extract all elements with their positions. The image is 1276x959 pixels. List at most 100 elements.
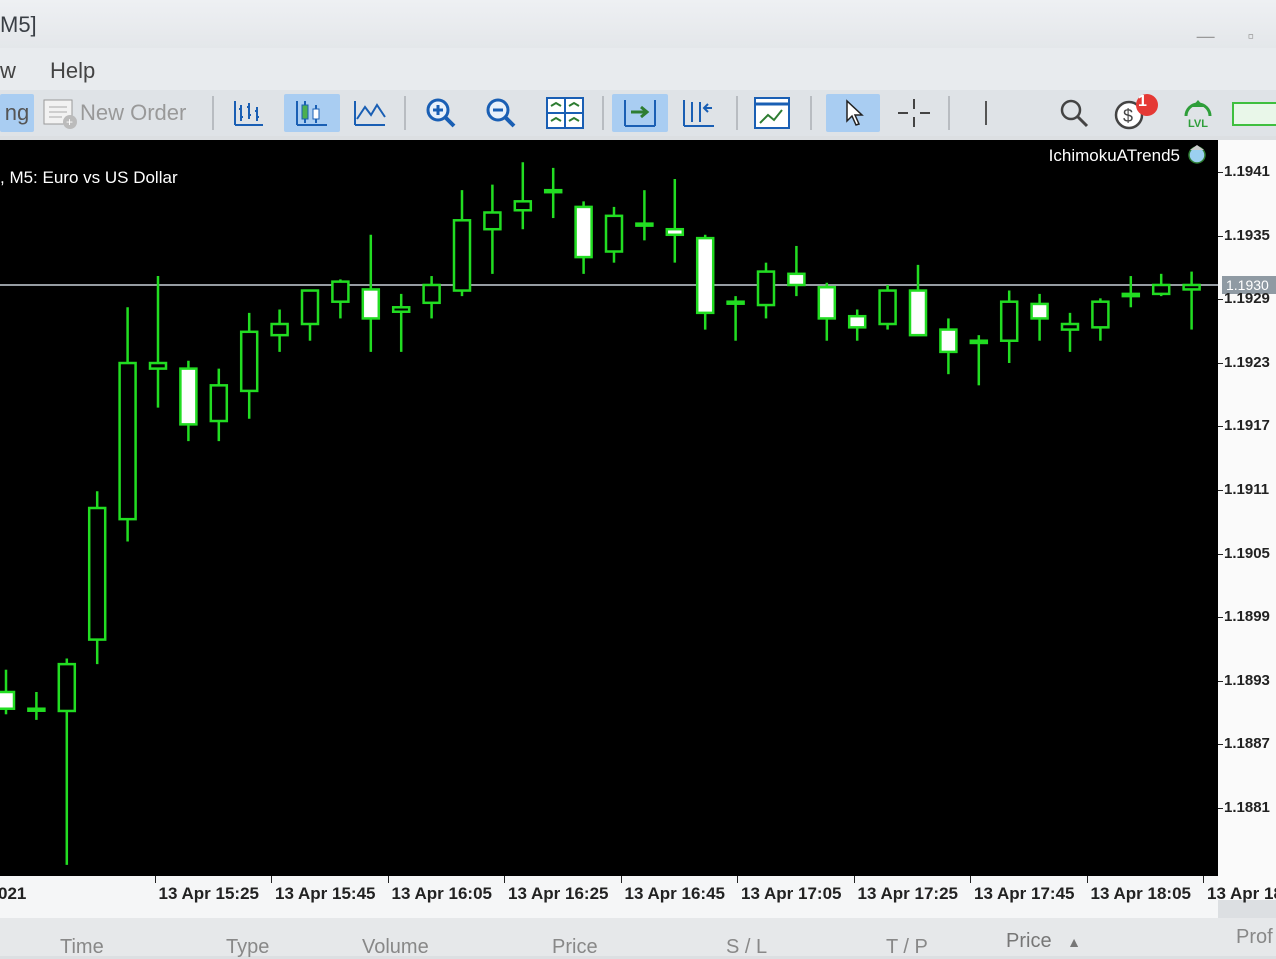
new-order-label: New Order <box>80 100 187 125</box>
candle <box>1030 293 1049 341</box>
auto-scroll-button[interactable] <box>612 94 668 132</box>
candle-body <box>999 300 1019 342</box>
time-tick-label: 13 Apr 17:45 <box>974 884 1075 903</box>
templates-button[interactable] <box>746 94 798 132</box>
tile-windows-button[interactable] <box>540 94 590 132</box>
menu-help[interactable]: Help <box>50 58 95 84</box>
time-tick-label: 13 Apr 18:05 <box>1090 884 1191 903</box>
candle-body <box>361 288 381 320</box>
candle-body <box>1060 322 1080 331</box>
candle <box>270 309 289 352</box>
candle-body <box>665 227 685 237</box>
price-tick <box>1218 299 1223 301</box>
candle <box>908 264 928 337</box>
line-chart-button[interactable] <box>346 94 394 132</box>
candle-body <box>209 384 229 423</box>
candle-body <box>574 205 593 259</box>
candle-body <box>726 300 745 305</box>
candle <box>1091 298 1110 341</box>
window-controls[interactable]: — ▫ <box>1197 26 1268 47</box>
toolbar-separator <box>212 96 214 130</box>
candle <box>361 234 381 352</box>
candle-body <box>543 188 563 194</box>
toolbar: ng + New Order $ 1 LVL <box>0 90 1276 136</box>
candle-body <box>483 211 502 231</box>
chart-shift-icon <box>683 100 714 127</box>
candlestick-chart <box>0 162 1218 865</box>
time-tick <box>271 876 272 883</box>
notification-count: 1 <box>1138 93 1147 110</box>
candle-body <box>87 506 107 641</box>
price-tick-label: 1.1923 <box>1224 353 1270 371</box>
candle-body <box>847 314 867 329</box>
candle <box>513 162 533 230</box>
column-current-price[interactable]: Price ▲ <box>1006 930 1081 953</box>
candle <box>118 307 137 542</box>
time-tick-label: 13 Apr 17:25 <box>857 884 958 903</box>
search-button[interactable] <box>1052 94 1096 132</box>
algo-trading-button[interactable]: ng <box>0 94 34 132</box>
zoom-out-icon <box>486 98 516 128</box>
menu-view[interactable]: w <box>0 58 16 84</box>
column-profit[interactable]: Prof <box>1236 926 1273 949</box>
chart-symbol-caption: , M5: Euro vs US Dollar <box>0 168 178 187</box>
cursor-tool-button[interactable] <box>826 94 880 132</box>
price-tick-label: 1.1941 <box>1224 163 1270 180</box>
chart-area[interactable]: , M5: Euro vs US Dollar IchimokuATrend5 <box>0 140 1218 876</box>
time-tick-label: 13 Apr 16:25 <box>508 884 609 903</box>
new-order-button[interactable]: + New Order <box>40 94 200 132</box>
price-tick <box>1218 490 1223 491</box>
candle-body <box>1121 292 1141 298</box>
candle <box>574 201 593 274</box>
svg-text:$: $ <box>1123 106 1133 126</box>
time-tick <box>737 876 738 883</box>
candle <box>695 234 715 330</box>
candle <box>27 692 46 720</box>
vertical-line-tool-button[interactable] <box>970 94 1002 132</box>
signals-icon: $ <box>1114 94 1158 130</box>
candle <box>1121 276 1141 308</box>
candlestick-chart-button[interactable] <box>284 94 340 132</box>
chart-shift-button[interactable] <box>676 94 722 132</box>
toolbar-separator <box>948 96 950 130</box>
signals-button[interactable]: $ 1 <box>1108 93 1164 132</box>
zoom-out-button[interactable] <box>478 94 524 132</box>
price-tick-label: 1.1899 <box>1224 608 1270 626</box>
time-tick-label: 13 Apr 16:45 <box>624 884 725 903</box>
time-tick-label: 13 Apr 16:05 <box>391 884 492 903</box>
zoom-in-button[interactable] <box>418 94 464 132</box>
candle-body <box>27 707 46 712</box>
price-tick <box>1218 680 1223 682</box>
candle <box>331 279 350 319</box>
candlestick-icon <box>296 101 327 126</box>
candle <box>239 312 259 419</box>
menu-bar: w Help <box>0 48 1276 90</box>
price-tick-label: 1.1935 <box>1224 226 1270 244</box>
candle-body <box>1030 302 1049 320</box>
line-chart-icon <box>354 101 386 126</box>
price-tick <box>1218 553 1223 555</box>
price-tick-label: 1.1929 <box>1224 290 1270 308</box>
candle <box>1151 273 1171 297</box>
candle <box>300 289 320 341</box>
candle <box>148 276 168 408</box>
time-tick <box>1086 876 1088 883</box>
time-tick-label: 13 Apr 15:45 <box>275 884 376 903</box>
lvl-arrow-icon <box>1184 100 1212 117</box>
price-tick <box>1218 362 1223 364</box>
lvl-button[interactable]: LVL <box>1176 94 1220 132</box>
candle <box>939 318 958 375</box>
expert-advisor-icon[interactable] <box>1186 142 1208 164</box>
time-tick <box>154 876 156 883</box>
algo-trading-label: ng <box>4 100 30 125</box>
candle-body <box>939 328 958 354</box>
candle-body <box>118 361 137 521</box>
candle <box>999 290 1019 364</box>
crosshair-tool-button[interactable] <box>890 94 938 132</box>
candle <box>57 658 77 865</box>
price-tick <box>1218 617 1223 619</box>
candle <box>604 206 624 263</box>
price-tick <box>1218 426 1223 428</box>
candle-body <box>300 289 320 326</box>
bar-chart-button[interactable] <box>226 94 272 132</box>
